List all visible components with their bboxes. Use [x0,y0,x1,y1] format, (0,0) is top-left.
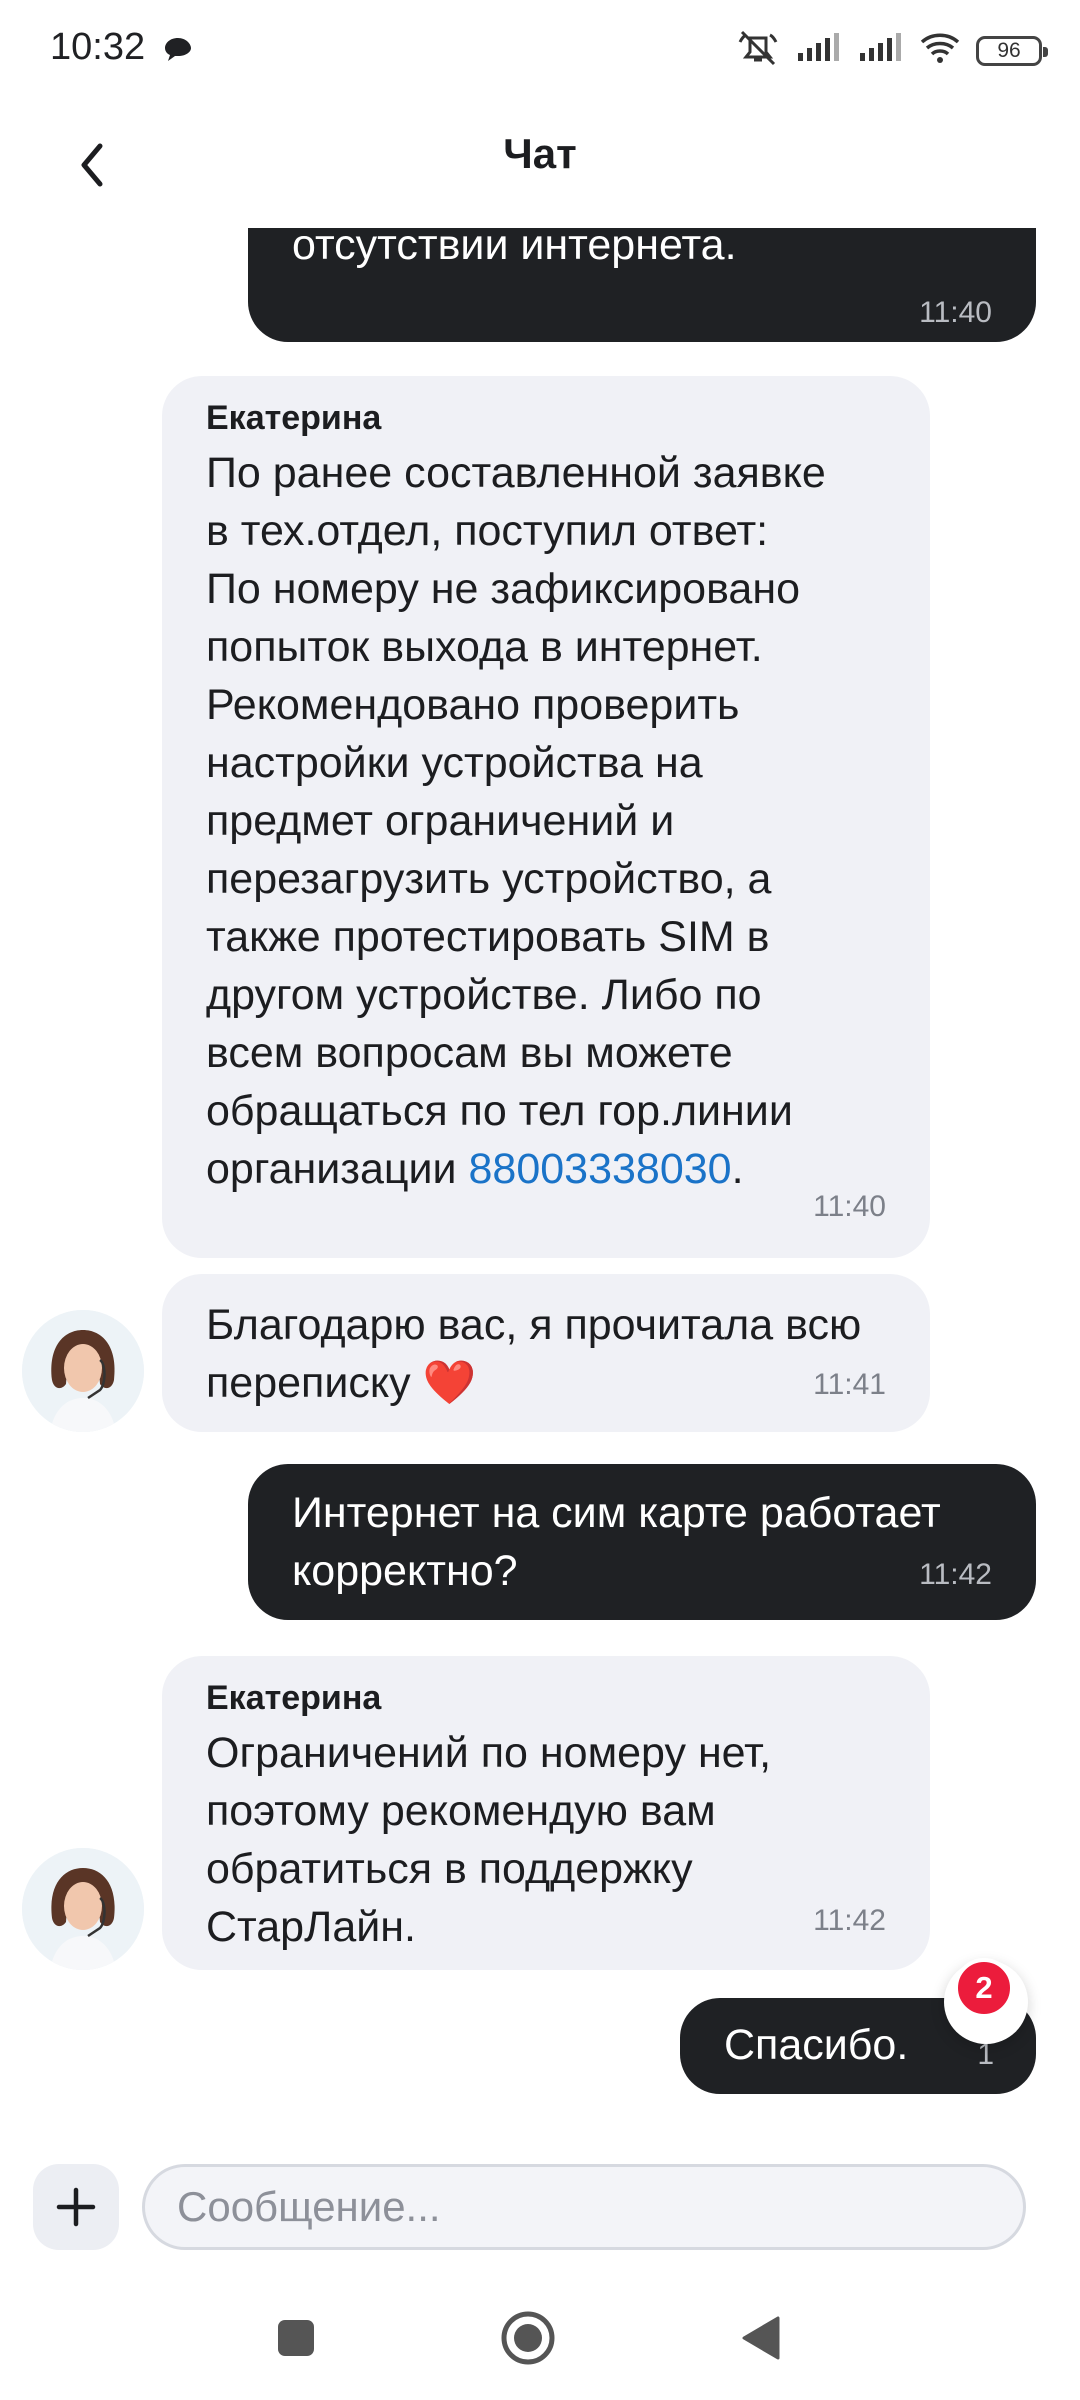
sender-name: Екатерина [206,399,382,437]
page-title: Чат [503,130,577,177]
mute-icon [736,28,780,73]
wifi-icon [920,32,960,69]
triangle-icon [742,2316,780,2360]
phone-link[interactable]: 88003338030 [469,1145,732,1193]
circle-icon [501,2311,555,2365]
status-bar: 10:32 96 [0,0,1080,100]
home-button[interactable] [496,2306,560,2370]
system-nav-bar [0,2276,1080,2400]
message-text: Благодарю вас, я прочитала всю переписку… [206,1301,862,1407]
message-input[interactable] [142,2164,1026,2250]
message-time: 11:40 [919,296,992,329]
nav-back-button[interactable] [728,2306,792,2370]
avatar[interactable] [22,1310,144,1432]
outgoing-message[interactable]: единственная проблема в отсутствии интер… [248,228,1036,342]
operator-avatar-icon [22,1848,144,1970]
incoming-message[interactable]: Екатерина По ранее составленной заявке в… [162,376,930,1258]
unread-count-badge: 2 [954,1958,1014,2018]
message-text: По ранее составленной заявке в тех.отдел… [206,444,890,1198]
incoming-message[interactable]: Благодарю вас, я прочитала всю переписку… [162,1274,930,1432]
status-time: 10:32 [50,26,146,68]
battery-icon: 96 [976,35,1048,66]
chat-messages[interactable]: единственная проблема в отсутствии интер… [0,228,1080,2146]
message-text: Интернет на сим карте работает корректно… [292,1489,941,1595]
incoming-message[interactable]: Екатерина Ограничений по номеру нет, поэ… [162,1656,930,1970]
plus-icon [56,2187,96,2227]
message-text: единственная проблема в отсутствии интер… [292,228,737,269]
chat-notification-icon [163,36,193,69]
message-time: 11:41 [813,1368,886,1401]
message-suffix: . [731,1145,744,1193]
message-text: Ограничений по номеру нет, поэтому реком… [206,1729,772,1951]
operator-avatar-icon [22,1310,144,1432]
signal-icon-1 [796,33,842,68]
message-body: По ранее составленной заявке в тех.отдел… [206,449,826,1193]
outgoing-message[interactable]: Интернет на сим карте работает корректно… [248,1464,1036,1620]
avatar[interactable] [22,1848,144,1970]
message-time: 11:42 [813,1904,886,1937]
message-time: 11:40 [813,1190,886,1223]
chat-header: Чат [0,100,1080,228]
message-composer [0,2146,1080,2276]
status-icons: 96 [736,28,1048,73]
recent-apps-button[interactable] [264,2306,328,2370]
sender-name: Екатерина [206,1679,382,1717]
message-time: 11:42 [919,1558,992,1591]
square-icon [278,2320,314,2356]
attach-button[interactable] [33,2164,119,2250]
signal-icon-2 [858,33,904,68]
